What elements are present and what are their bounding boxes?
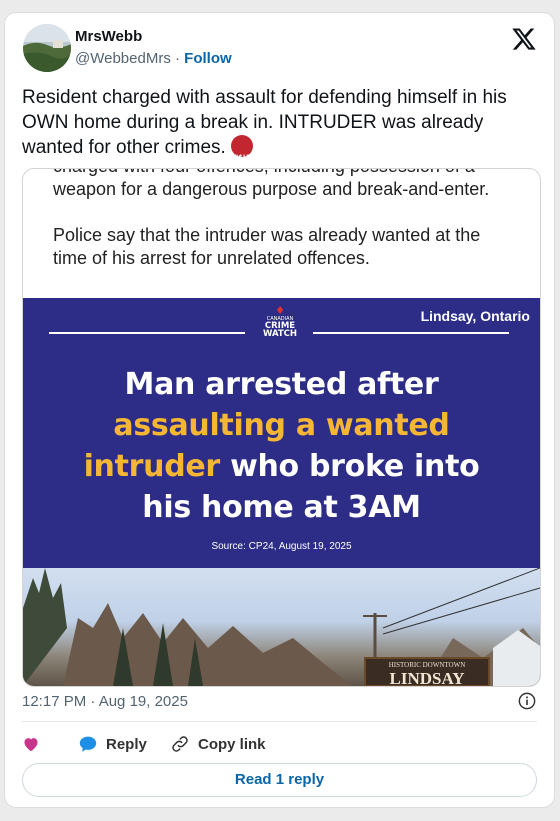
divider <box>22 721 537 722</box>
follow-button[interactable]: Follow <box>184 50 232 67</box>
news-graphic: Lindsay, Ontario ♦ CANADIAN CRIME WATCH … <box>23 298 540 568</box>
link-icon <box>172 736 188 752</box>
avatar-image <box>23 24 71 72</box>
sign-big-text: LINDSAY <box>390 669 465 686</box>
angry-face-emoji-icon: #$!& <box>231 135 254 161</box>
action-bar: Reply Copy link <box>22 731 266 757</box>
divider-left <box>49 332 245 334</box>
x-logo-icon[interactable] <box>511 26 537 52</box>
like-button[interactable] <box>22 736 78 752</box>
article-excerpt: charged with four offences, including po… <box>23 169 540 295</box>
speech-bubble-icon <box>79 736 97 752</box>
copy-link-button[interactable]: Copy link <box>170 734 266 754</box>
headline-line-1: Man arrested after <box>124 367 439 402</box>
copy-link-label: Copy link <box>198 735 266 753</box>
headline-line-2: assaulting a wanted <box>113 408 450 443</box>
reply-label: Reply <box>106 735 147 753</box>
emoji-symbols: #$!& <box>233 154 251 161</box>
tweet-card: MrsWebb @WebbedMrs · Follow Resident cha… <box>4 12 555 808</box>
avatar[interactable] <box>23 24 71 72</box>
maple-leaf-icon: ♦ <box>275 304 285 317</box>
headline-line-4: his home at 3AM <box>142 490 421 525</box>
tweet-text-content: Resident charged with assault for defend… <box>22 87 507 158</box>
info-icon[interactable] <box>518 692 536 710</box>
street-scene: HISTORIC DOWNTOWN LINDSAY <box>23 568 540 686</box>
timestamp[interactable]: 12:17 PM · Aug 19, 2025 <box>22 693 188 710</box>
headline-line-3-rest: who broke into <box>219 449 480 484</box>
sign-small-text: HISTORIC DOWNTOWN <box>389 661 466 669</box>
location-label: Lindsay, Ontario <box>420 308 530 324</box>
tweet-media[interactable]: charged with four offences, including po… <box>22 168 541 687</box>
divider-right <box>313 332 509 334</box>
canadian-crime-watch-logo: ♦ CANADIAN CRIME WATCH <box>260 305 300 338</box>
author-name[interactable]: MrsWebb <box>75 28 142 45</box>
source-credit: Source: CP24, August 19, 2025 <box>211 541 352 552</box>
reply-button[interactable]: Reply <box>78 735 170 753</box>
tweet-text: Resident charged with assault for defend… <box>22 85 542 161</box>
author-handle-row: @WebbedMrs · Follow <box>75 50 232 67</box>
article-paragraph-1: charged with four offences, including po… <box>53 169 490 199</box>
headline: Man arrested after assaulting a wanted i… <box>23 364 540 528</box>
author-handle[interactable]: @WebbedMrs <box>75 50 171 67</box>
article-paragraph-2: Police say that the intruder was already… <box>53 225 481 268</box>
headline-word-intruder: intruder <box>83 449 221 484</box>
downtown-photo: HISTORIC DOWNTOWN LINDSAY <box>23 568 540 686</box>
separator-dot: · <box>175 50 180 67</box>
logo-main-text-2: WATCH <box>262 329 298 339</box>
headline-line-3: intruder who broke into <box>23 446 540 487</box>
heart-icon <box>24 738 38 752</box>
read-reply-button[interactable]: Read 1 reply <box>22 763 537 797</box>
